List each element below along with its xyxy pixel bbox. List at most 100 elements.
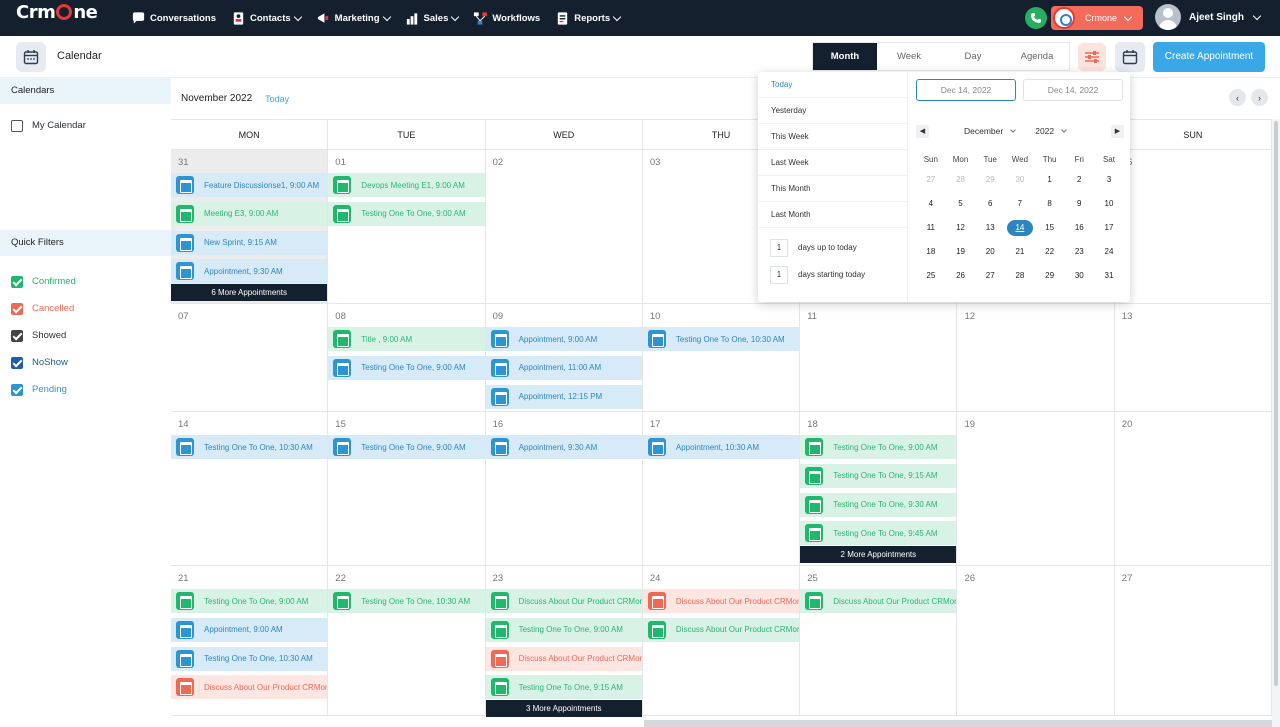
mini-day[interactable]: 10 bbox=[1094, 196, 1124, 212]
nav-item-workflows[interactable]: Workflows bbox=[473, 11, 540, 26]
day-cell[interactable]: 21 Testing One To One, 9:00 AM Appointment… bbox=[171, 566, 329, 715]
appointment-event[interactable]: Testing One To One, 9:15 AM bbox=[800, 463, 957, 488]
days-starting-today-input[interactable]: 1 bbox=[770, 265, 788, 284]
mini-day[interactable]: 15 bbox=[1035, 220, 1065, 236]
preset-yesterday[interactable]: Yesterday bbox=[758, 98, 907, 124]
appointment-event[interactable]: Testing One To One, 9:00 AM bbox=[171, 589, 328, 613]
mini-day[interactable]: 17 bbox=[1094, 220, 1124, 236]
mini-day[interactable]: 23 bbox=[1064, 244, 1094, 260]
day-cell[interactable]: 25 Discuss About Our Product CRMone bbox=[800, 566, 958, 715]
prev-month-button[interactable]: ◀ bbox=[916, 124, 929, 138]
year-select[interactable]: 2022 bbox=[1035, 126, 1067, 136]
today-link[interactable]: Today bbox=[265, 94, 289, 104]
appointment-event[interactable]: Appointment, 11:00 AM bbox=[485, 355, 642, 380]
mini-day[interactable]: 7 bbox=[1005, 196, 1035, 212]
day-cell[interactable]: 08 Title , 9:00 AM Testing One To One, 9:0… bbox=[328, 304, 486, 411]
end-date-input[interactable]: Dec 14, 2022 bbox=[1023, 79, 1123, 101]
calendar-view-button[interactable] bbox=[1115, 42, 1145, 72]
mini-day[interactable]: 4 bbox=[916, 196, 946, 212]
mini-day[interactable]: 14 bbox=[1005, 220, 1035, 236]
preset-this-month[interactable]: This Month bbox=[758, 176, 907, 202]
day-cell[interactable]: 24 Discuss About Our Product CRMone Discus… bbox=[642, 566, 801, 715]
mini-day[interactable]: 1 bbox=[1035, 172, 1065, 188]
appointment-event[interactable]: Testing One To One, 10:30 AM bbox=[328, 589, 485, 613]
appointment-event[interactable]: Appointment, 9:00 AM bbox=[171, 617, 328, 642]
day-cell[interactable]: 06 bbox=[1115, 150, 1273, 303]
appointment-event[interactable]: Testing One To One, 9:00 AM bbox=[800, 435, 957, 459]
appointment-event[interactable]: Testing One To One, 9:00 AM bbox=[328, 201, 485, 226]
mini-day[interactable]: 27 bbox=[916, 172, 946, 188]
day-cell[interactable]: 16 Appointment, 9:30 AM bbox=[485, 412, 643, 565]
more-appointments-button[interactable]: 6 More Appointments bbox=[171, 284, 328, 302]
user-menu[interactable]: Ajeet Singh bbox=[1155, 4, 1262, 30]
preset-last-week[interactable]: Last Week bbox=[758, 150, 907, 176]
mini-day[interactable]: 3 bbox=[1094, 172, 1124, 188]
appointment-event[interactable]: Testing One To One, 9:30 AM bbox=[800, 492, 957, 517]
mini-day[interactable]: 28 bbox=[1005, 268, 1035, 284]
day-cell[interactable]: 14 Testing One To One, 10:30 AM bbox=[171, 412, 329, 565]
day-cell[interactable]: 17 Appointment, 10:30 AM bbox=[642, 412, 801, 565]
appointment-event[interactable]: Testing One To One, 9:00 AM bbox=[328, 435, 485, 459]
mini-day[interactable]: 30 bbox=[1064, 268, 1094, 284]
day-cell[interactable]: 26 bbox=[958, 566, 1115, 715]
appointment-event[interactable]: Testing One To One, 9:15 AM bbox=[485, 675, 642, 700]
calendar-item[interactable]: My Calendar bbox=[0, 112, 171, 139]
checkbox[interactable] bbox=[11, 302, 23, 315]
mini-day[interactable]: 25 bbox=[916, 268, 946, 284]
mini-day[interactable]: 30 bbox=[1005, 172, 1035, 188]
account-switcher[interactable]: Crmone bbox=[1051, 6, 1143, 30]
next-month-button[interactable]: ▶ bbox=[1111, 124, 1124, 138]
mini-day[interactable]: 11 bbox=[916, 220, 946, 236]
appointment-event[interactable]: Appointment, 9:30 AM bbox=[485, 435, 642, 459]
mini-day[interactable]: 22 bbox=[1035, 244, 1065, 260]
filter-item-pending[interactable]: Pending bbox=[0, 376, 171, 403]
tab-day[interactable]: Day bbox=[941, 43, 1005, 70]
mini-day[interactable]: 9 bbox=[1064, 196, 1094, 212]
appointment-event[interactable]: Appointment, 12:15 PM bbox=[485, 384, 642, 409]
day-cell[interactable]: 31 Feature Discussionse1, 9:00 AM Meeting … bbox=[171, 150, 329, 303]
appointment-event[interactable]: Feature Discussionse1, 9:00 AM bbox=[171, 173, 328, 197]
mini-day[interactable]: 26 bbox=[946, 268, 976, 284]
mini-day[interactable]: 29 bbox=[975, 172, 1005, 188]
checkbox[interactable] bbox=[11, 356, 23, 369]
appointment-event[interactable]: Title , 9:00 AM bbox=[328, 327, 485, 351]
nav-item-conversations[interactable]: Conversations bbox=[131, 11, 216, 26]
mini-day[interactable]: 6 bbox=[975, 196, 1005, 212]
nav-item-sales[interactable]: Sales bbox=[405, 11, 460, 26]
preset-last-month[interactable]: Last Month bbox=[758, 202, 907, 228]
mini-day[interactable]: 2 bbox=[1064, 172, 1094, 188]
day-cell[interactable]: 10 Testing One To One, 10:30 AM bbox=[642, 304, 801, 411]
mini-day[interactable]: 27 bbox=[975, 268, 1005, 284]
appointment-event[interactable]: Testing One To One, 9:45 AM bbox=[800, 521, 957, 546]
mini-day[interactable]: 8 bbox=[1035, 196, 1065, 212]
day-cell[interactable]: 09 Appointment, 9:00 AM Appointment, 11:00… bbox=[485, 304, 643, 411]
filter-item-confirmed[interactable]: Confirmed bbox=[0, 268, 171, 295]
checkbox[interactable] bbox=[11, 329, 23, 342]
appointment-event[interactable]: Meeting E3, 9:00 AM bbox=[171, 201, 328, 226]
day-cell[interactable]: 27 bbox=[1115, 566, 1273, 715]
day-cell[interactable]: 22 Testing One To One, 10:30 AM bbox=[328, 566, 486, 715]
filter-item-noshow[interactable]: NoShow bbox=[0, 349, 171, 376]
day-cell[interactable]: 19 bbox=[958, 412, 1115, 565]
preset-today[interactable]: Today bbox=[758, 72, 907, 98]
mini-day[interactable]: 5 bbox=[946, 196, 976, 212]
appointment-event[interactable]: Testing One To One, 9:00 AM bbox=[485, 617, 642, 642]
appointment-event[interactable]: Testing One To One, 10:30 AM bbox=[642, 327, 800, 351]
tab-week[interactable]: Week bbox=[877, 43, 941, 70]
day-cell[interactable]: 15 Testing One To One, 9:00 AM bbox=[328, 412, 486, 565]
appointment-event[interactable]: Testing One To One, 9:00 AM bbox=[328, 355, 485, 380]
more-appointments-button[interactable]: 2 More Appointments bbox=[800, 546, 957, 564]
mini-day[interactable]: 29 bbox=[1035, 268, 1065, 284]
mini-day[interactable]: 20 bbox=[975, 244, 1005, 260]
appointment-event[interactable]: Testing One To One, 10:30 AM bbox=[171, 646, 328, 671]
more-appointments-button[interactable]: 3 More Appointments bbox=[485, 700, 642, 718]
appointment-event[interactable]: Discuss About Our Product CRMone bbox=[485, 646, 642, 671]
tab-month[interactable]: Month bbox=[813, 43, 877, 70]
appointment-event[interactable]: Appointment, 9:30 AM bbox=[171, 259, 328, 284]
checkbox[interactable] bbox=[11, 119, 23, 132]
day-cell[interactable]: 12 bbox=[958, 304, 1115, 411]
appointment-event[interactable]: Discuss About Our Product CRMone bbox=[171, 675, 328, 700]
appointment-event[interactable]: Appointment, 9:00 AM bbox=[485, 327, 642, 351]
filter-button[interactable] bbox=[1078, 43, 1106, 71]
day-cell[interactable]: 23 Discuss About Our Product CRMone Testin… bbox=[485, 566, 643, 718]
